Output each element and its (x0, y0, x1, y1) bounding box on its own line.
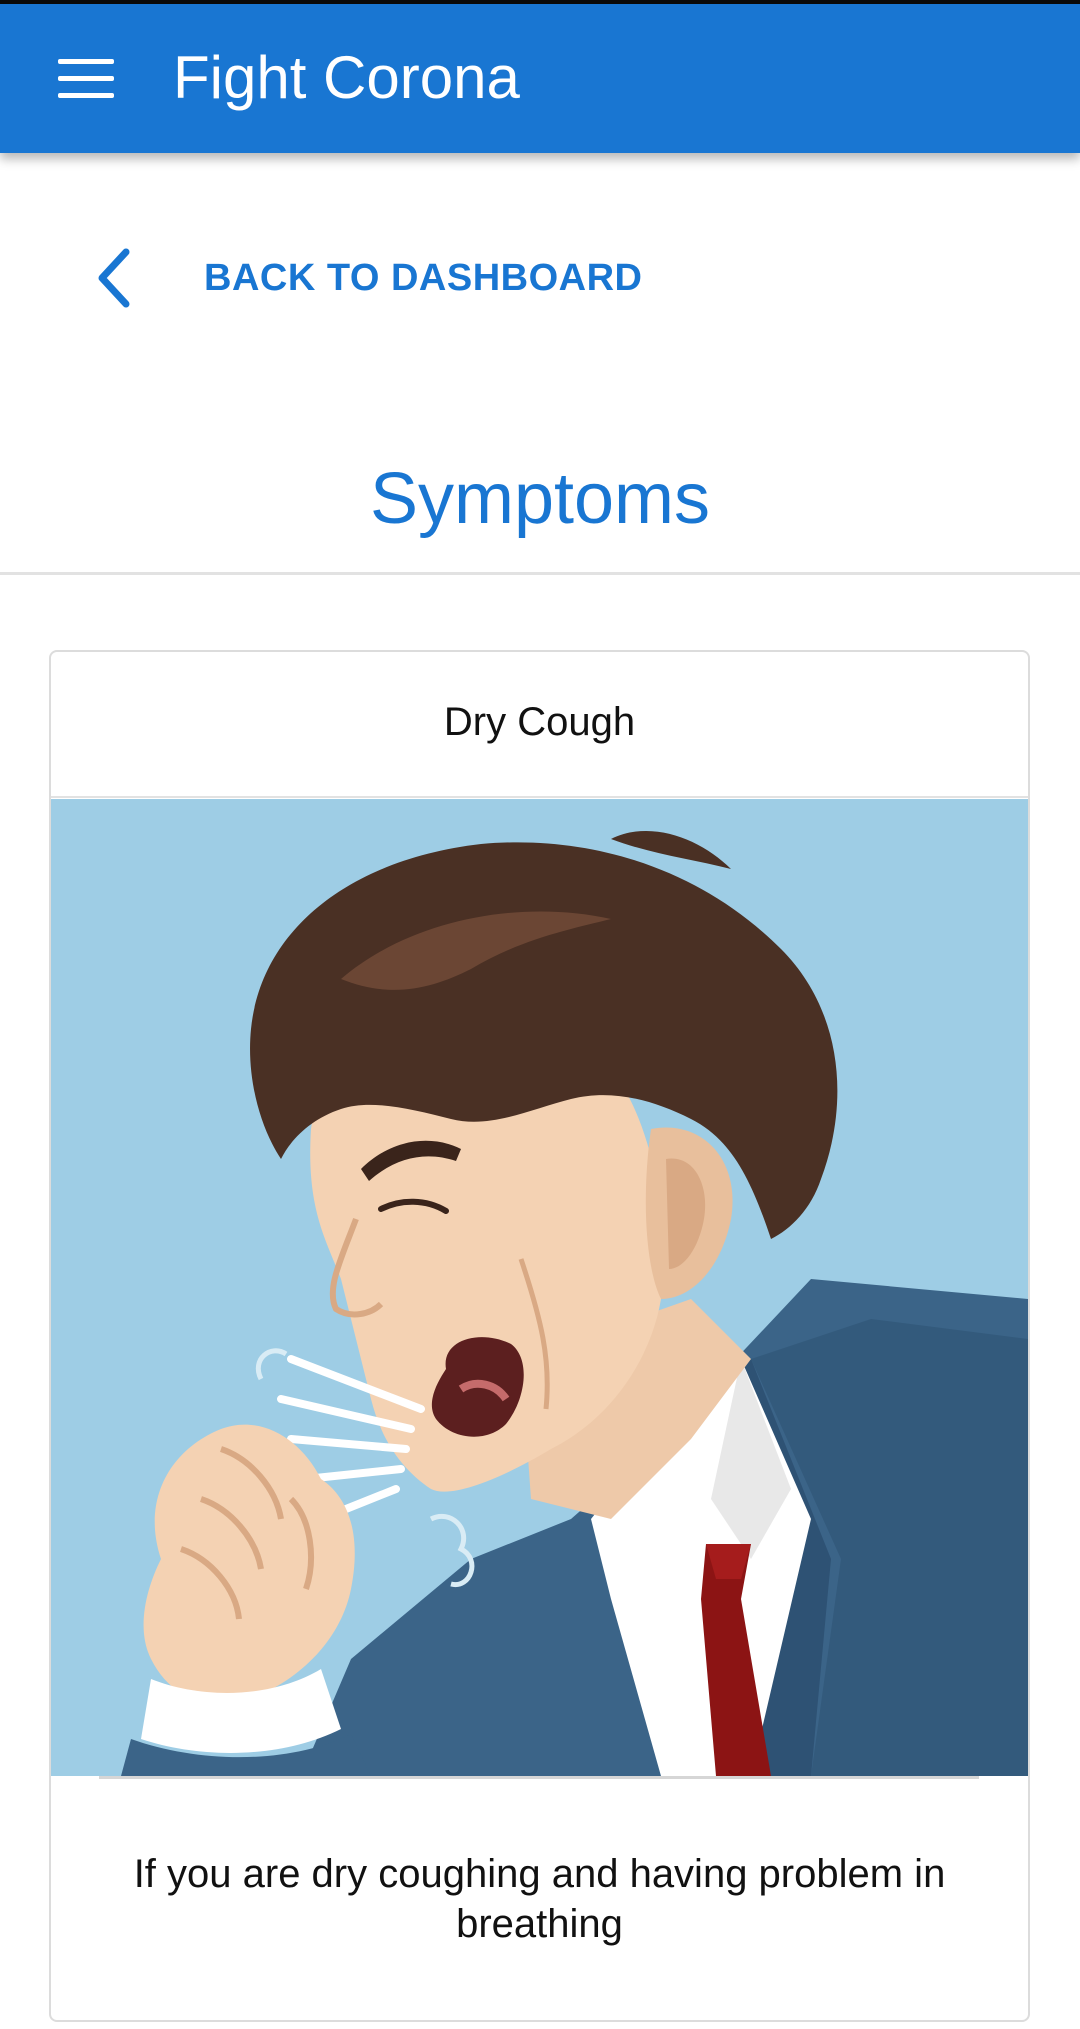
app-bar: Fight Corona (0, 4, 1080, 153)
app-title: Fight Corona (173, 44, 520, 111)
chevron-left-icon (98, 248, 130, 308)
card-description: If you are dry coughing and having probl… (133, 1852, 946, 1946)
section-divider (0, 572, 1080, 575)
card-header: Dry Cough (51, 652, 1028, 798)
back-to-dashboard-label: BACK TO DASHBOARD (204, 257, 643, 299)
symptom-card: Dry Cough If you are dry coughing and ha… (49, 650, 1030, 2022)
app-screen: Fight Corona BACK TO DASHBOARD Symptoms … (0, 0, 1080, 2029)
coughing-man-illustration (51, 799, 1028, 1776)
card-title: Dry Cough (443, 700, 636, 744)
page-title: Symptoms (369, 459, 711, 540)
back-to-dashboard-button[interactable]: BACK TO DASHBOARD (80, 238, 700, 318)
hamburger-menu-icon[interactable] (58, 59, 114, 99)
image-underline (99, 1776, 979, 1779)
